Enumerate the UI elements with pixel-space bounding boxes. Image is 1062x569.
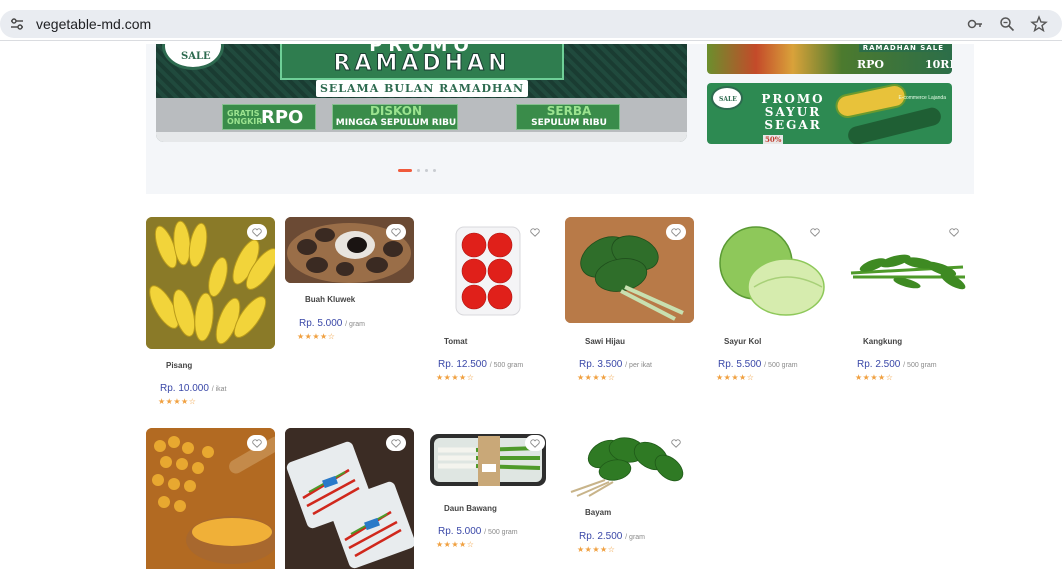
product-name[interactable]: Sawi Hijau	[585, 337, 625, 346]
product-price: Rp. 2.500 / gram	[579, 531, 645, 542]
banner-title-box: PROMO RAMADHAN	[280, 44, 564, 80]
product-name[interactable]: Sayur Kol	[724, 337, 761, 346]
product-card[interactable]: Sawi Hijau Rp. 3.500 / per ikat ★★★★☆	[565, 217, 694, 387]
product-price: Rp. 5.000 / 500 gram	[438, 526, 518, 537]
carousel-dot[interactable]	[433, 169, 436, 172]
product-price: Rp. 2.500 / 500 gram	[857, 359, 937, 370]
mustard-greens-image[interactable]	[565, 217, 694, 323]
address-bar-actions	[966, 15, 1048, 33]
product-card[interactable]: Pisang Rp. 10.000 / ikat ★★★★☆	[146, 217, 275, 417]
product-name[interactable]: Tomat	[444, 337, 467, 346]
url-text[interactable]: vegetable-md.com	[36, 16, 151, 32]
address-bar[interactable]: vegetable-md.com	[0, 10, 1062, 38]
ramadhan-sale-rp: RPO	[857, 58, 884, 71]
carousel-indicators	[398, 169, 436, 172]
banner-subtitle-box: SELAMA BULAN RAMADHAN	[316, 80, 528, 97]
wishlist-heart-icon[interactable]	[386, 435, 406, 451]
rating-stars: ★★★★☆	[577, 373, 616, 382]
page: vegetable-md.com SALE PROMO RAMADHAN SEL…	[0, 0, 1062, 569]
product-card[interactable]: Daun Bawang Rp. 5.000 / 500 gram ★★★★☆	[424, 428, 553, 558]
sale-badge: SALE	[162, 44, 224, 70]
product-card[interactable]: Tomat Rp. 12.500 / 500 gram ★★★★☆	[424, 217, 553, 387]
product-name[interactable]: Bayam	[585, 508, 611, 517]
rating-stars: ★★★★☆	[436, 540, 475, 549]
product-name[interactable]: Pisang	[166, 361, 192, 370]
spring-onion-image[interactable]	[424, 428, 553, 494]
product-price: Rp. 12.500 / 500 gram	[438, 359, 524, 370]
product-card[interactable]: Buah Kluwek Rp. 5.000 / gram ★★★★☆	[285, 217, 414, 347]
product-card[interactable]	[285, 428, 414, 569]
product-card[interactable]	[146, 428, 275, 569]
product-price: Rp. 3.500 / per ikat	[579, 359, 653, 370]
promo-free-shipping: GRATIS ONGKIR RPO	[222, 104, 316, 130]
product-name[interactable]: Daun Bawang	[444, 504, 497, 513]
tomato-image[interactable]	[424, 217, 553, 323]
wishlist-heart-icon[interactable]	[525, 224, 545, 240]
rating-stars: ★★★★☆	[855, 373, 894, 382]
banner-title: RAMADHAN	[333, 51, 511, 77]
wishlist-heart-icon[interactable]	[247, 224, 267, 240]
star-icon[interactable]	[1030, 15, 1048, 33]
banner-subtitle: SELAMA BULAN RAMADHAN	[319, 82, 525, 95]
carousel-dot[interactable]	[425, 169, 428, 172]
site-settings-icon[interactable]	[10, 17, 24, 31]
carousel-dot-active[interactable]	[398, 169, 412, 172]
ramadhan-sale-label: RAMADHAN SALE	[858, 44, 948, 52]
sale-badge-small: SALE	[711, 86, 743, 110]
product-card[interactable]: Bayam Rp. 2.500 / gram ★★★★☆	[565, 428, 694, 558]
promo-sayur-segar-title: PROMO SAYUR SEGAR	[761, 92, 825, 132]
toolbar-divider	[0, 40, 1062, 41]
main-promo-banner[interactable]: SALE PROMO RAMADHAN SELAMA BULAN RAMADHA…	[156, 44, 687, 142]
banner-base	[156, 132, 687, 142]
product-name[interactable]: Buah Kluwek	[305, 295, 355, 304]
promo-sayur-segar-banner[interactable]: SALE PROMO SAYUR SEGAR E-commerce Lajand…	[707, 83, 952, 144]
wishlist-heart-icon[interactable]	[525, 435, 545, 451]
product-card[interactable]: Kangkung Rp. 2.500 / 500 gram ★★★★☆	[843, 217, 972, 387]
rating-stars: ★★★★☆	[158, 397, 197, 406]
corn-illustration	[833, 83, 909, 121]
wishlist-heart-icon[interactable]	[386, 224, 406, 240]
product-price: Rp. 5.500 / 500 gram	[718, 359, 798, 370]
ramadhan-sale-banner[interactable]: RAMADHAN SALE RPO 10RB	[707, 44, 952, 74]
zoom-icon[interactable]	[998, 15, 1016, 33]
rating-stars: ★★★★☆	[716, 373, 755, 382]
product-price: Rp. 10.000 / ikat	[160, 383, 227, 394]
rating-stars: ★★★★☆	[577, 545, 616, 554]
promo-discount: DISKON MINGGA SEPULUM RIBU	[332, 104, 458, 130]
product-name[interactable]: Kangkung	[863, 337, 902, 346]
promo-ten-thousand: SERBA SEPULUM RIBU	[516, 104, 620, 130]
cabbage-image[interactable]	[704, 217, 833, 323]
water-spinach-image[interactable]	[843, 217, 972, 323]
wishlist-heart-icon[interactable]	[666, 224, 686, 240]
banana-image[interactable]	[146, 217, 275, 349]
discount-tag: 50%	[763, 135, 784, 144]
rating-stars: ★★★★☆	[297, 332, 336, 341]
corn-kernels-image[interactable]	[146, 428, 275, 569]
key-icon[interactable]	[966, 15, 984, 33]
kluwek-image[interactable]	[285, 217, 414, 283]
product-card[interactable]: Sayur Kol Rp. 5.500 / 500 gram ★★★★☆	[704, 217, 833, 387]
wishlist-heart-icon[interactable]	[247, 435, 267, 451]
ramadhan-sale-price: 10RB	[925, 58, 952, 71]
rating-stars: ★★★★☆	[436, 373, 475, 382]
spinach-image[interactable]	[565, 428, 694, 498]
wishlist-heart-icon[interactable]	[944, 224, 964, 240]
wishlist-heart-icon[interactable]	[666, 435, 686, 451]
banner-note: E-commerce Lajanda	[898, 95, 946, 101]
product-price: Rp. 5.000 / gram	[299, 318, 365, 329]
wishlist-heart-icon[interactable]	[805, 224, 825, 240]
carousel-dot[interactable]	[417, 169, 420, 172]
chili-pack-image[interactable]	[285, 428, 414, 569]
